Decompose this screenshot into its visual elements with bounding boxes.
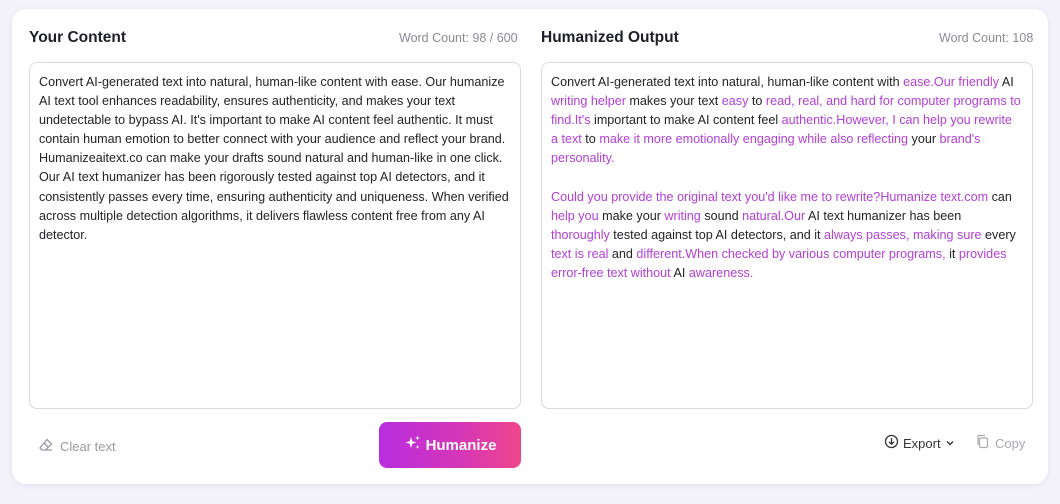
unchanged-text: to <box>581 132 600 147</box>
unchanged-text: it <box>945 246 959 261</box>
changed-text: make it more emotionally engaging while … <box>599 132 909 147</box>
input-panel-title: Your Content <box>29 29 127 46</box>
humanize-label: Humanize <box>425 436 497 454</box>
unchanged-text: AI <box>670 265 689 280</box>
output-text[interactable]: Convert AI-generated text into natural, … <box>551 73 1021 283</box>
input-text[interactable]: Convert AI-generated text into natural, … <box>39 73 513 245</box>
unchanged-text: Convert AI-generated text into natural, … <box>551 75 904 89</box>
changed-text: different.When checked by various comput… <box>636 246 946 261</box>
unchanged-text: AI <box>999 75 1014 89</box>
output-word-count: Word Count: 108 <box>939 31 1034 45</box>
changed-text: ease.Our friendly <box>903 75 1000 89</box>
unchanged-text: can <box>988 189 1012 204</box>
changed-text: writing helper <box>551 94 626 109</box>
unchanged-text: important to make AI content feel <box>590 113 782 128</box>
clear-text-label: Clear text <box>60 439 116 454</box>
copy-label: Copy <box>995 435 1026 451</box>
changed-text: awareness. <box>688 265 754 280</box>
output-panel-title: Humanized Output <box>541 29 679 46</box>
clear-text-button[interactable]: Clear text <box>38 437 116 456</box>
export-button[interactable]: Export <box>884 434 955 452</box>
sparkles-icon <box>404 434 422 456</box>
unchanged-text: tested against top AI detectors, and it <box>609 227 825 242</box>
copy-icon <box>975 434 990 452</box>
unchanged-text: makes your text <box>625 94 722 109</box>
unchanged-text: make your <box>598 208 665 223</box>
input-word-count: Word Count: 98 / 600 <box>399 31 518 45</box>
changed-text: help you <box>551 208 599 223</box>
chevron-down-icon <box>945 436 955 451</box>
changed-text: natural.Our <box>742 208 806 223</box>
unchanged-text: every <box>981 227 1016 242</box>
changed-text: text is real <box>551 246 609 261</box>
unchanged-text: AI text humanizer has been <box>805 208 962 223</box>
changed-text: writing <box>664 208 701 223</box>
copy-button[interactable]: Copy <box>975 434 1025 452</box>
changed-text: thoroughly <box>551 227 610 242</box>
export-label: Export <box>903 435 941 451</box>
eraser-icon <box>38 437 54 456</box>
changed-text: always passes, making sure <box>824 227 982 242</box>
output-paragraph: Convert AI-generated text into natural, … <box>551 73 1021 168</box>
changed-text: easy <box>721 94 749 109</box>
humanize-button[interactable]: Humanize <box>379 422 521 468</box>
output-paragraph: Could you provide the original text you'… <box>551 188 1021 283</box>
unchanged-text: to <box>748 94 766 109</box>
unchanged-text: and <box>608 246 637 261</box>
changed-text: Could you provide the original text you'… <box>551 189 989 204</box>
unchanged-text: sound <box>700 208 743 223</box>
download-icon <box>884 434 899 452</box>
unchanged-text: your <box>908 132 940 147</box>
